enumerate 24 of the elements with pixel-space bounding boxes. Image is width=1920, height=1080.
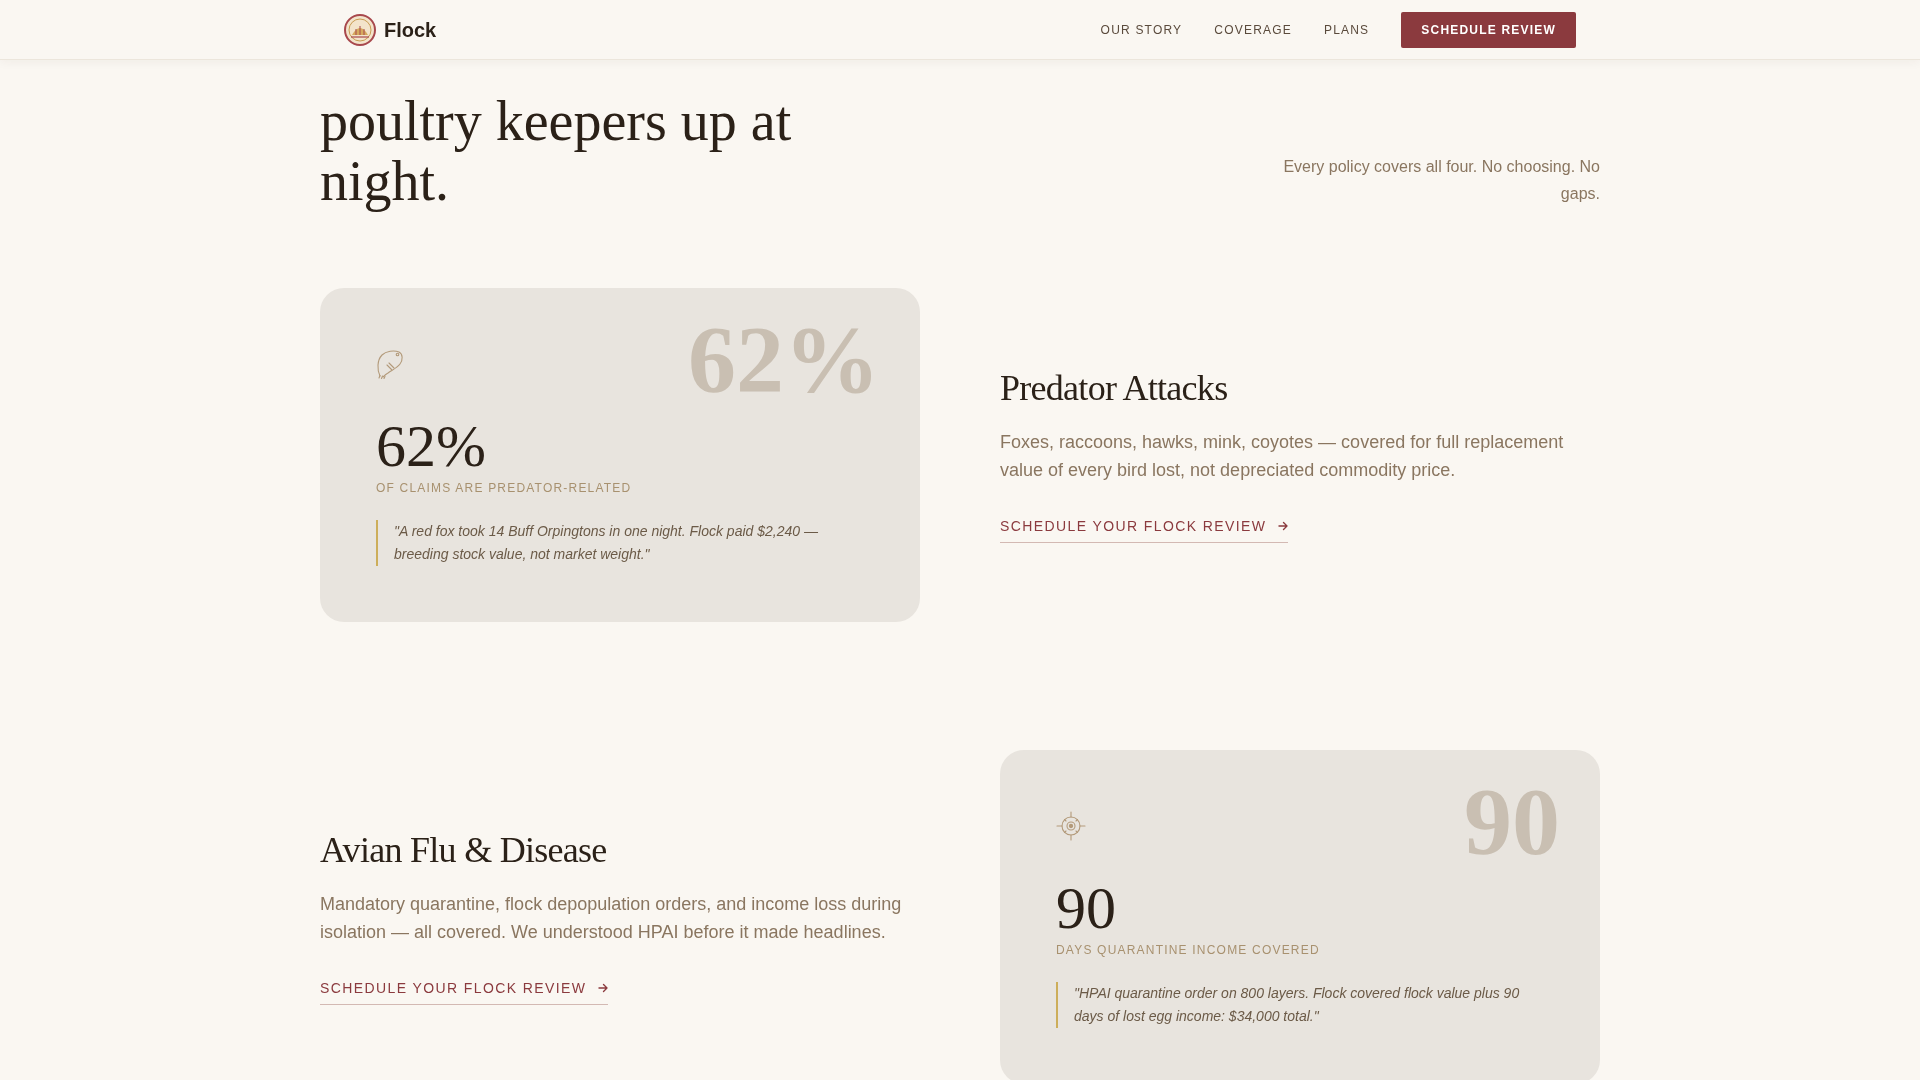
risk-description: Mandatory quarantine, flock depopulation orders, and income loss during isolation — all covered. We understood HPAI before it made headlines. bbox=[320, 893, 903, 945]
bird-head-icon bbox=[376, 349, 404, 379]
brand-name[interactable]: Flock bbox=[384, 14, 437, 45]
logo-icon bbox=[344, 13, 376, 46]
stat-value: 62% bbox=[376, 416, 487, 476]
coverage-note: Every policy covers all four. No choosing. No gaps. bbox=[1282, 157, 1600, 204]
page-heading: poultry keepers up at night. bbox=[320, 91, 793, 211]
stat-value: 90 bbox=[1056, 878, 1117, 938]
schedule-link[interactable]: SCHEDULE YOUR FLOCK REVIEW bbox=[1000, 516, 1289, 544]
schedule-link[interactable]: SCHEDULE YOUR FLOCK REVIEW bbox=[320, 978, 609, 1006]
nav-link[interactable]: COVERAGE bbox=[1214, 20, 1292, 39]
stat-label: DAYS QUARANTINE INCOME COVERED bbox=[1056, 942, 1321, 958]
arrow-right-icon bbox=[598, 983, 609, 994]
stat-label: OF CLAIMS ARE PREDATOR-RELATED bbox=[376, 480, 633, 496]
testimonial-quote: "HPAI quarantine order on 800 layers. Flock covered flock value plus 90 days of lost egg income: $34,000 total." bbox=[1056, 982, 1544, 1028]
risk-description: Foxes, raccoons, hawks, mink, coyotes — covered for full replacement value of every bird lost, not depreciated commodity price. bbox=[1000, 431, 1565, 483]
testimonial-quote: "A red fox took 14 Buff Orpingtons in one night. Flock paid $2,240 — breeding stock value, not market weight." bbox=[376, 520, 864, 566]
target-icon bbox=[1056, 811, 1086, 841]
nav-link[interactable]: OUR STORY bbox=[1100, 20, 1183, 39]
risk-title: Avian Flu & Disease bbox=[320, 828, 607, 872]
risk-title: Predator Attacks bbox=[1000, 366, 1228, 410]
schedule-review-button[interactable]: SCHEDULE REVIEW bbox=[1401, 11, 1576, 48]
nav-link[interactable]: PLANS bbox=[1323, 20, 1370, 39]
arrow-right-icon bbox=[1278, 521, 1289, 532]
